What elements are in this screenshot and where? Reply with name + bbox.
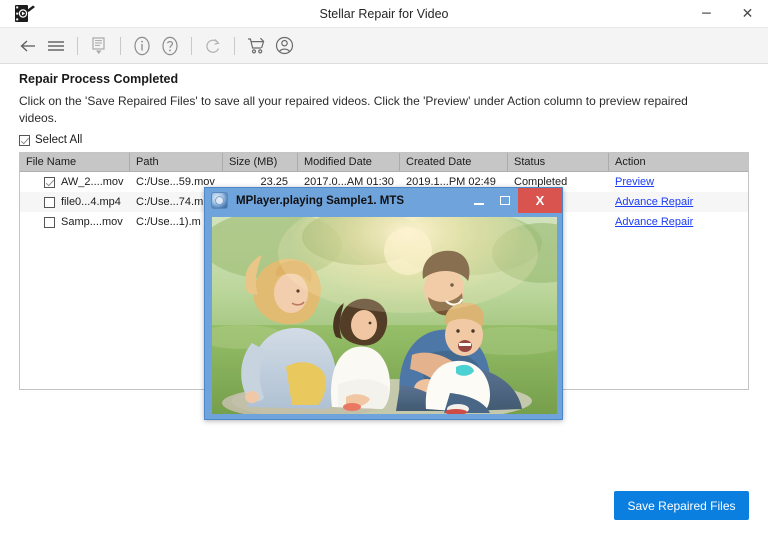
file-name-text: file0...4.mp4 (61, 192, 121, 212)
mplayer-window: MPlayer.playing Sample1. MTS X (204, 187, 563, 420)
cell-action: Preview (609, 172, 747, 192)
cart-icon[interactable] (242, 32, 270, 60)
refresh-icon[interactable] (199, 32, 227, 60)
save-repaired-files-button[interactable]: Save Repaired Files (614, 491, 749, 520)
mplayer-title-bar: MPlayer.playing Sample1. MTS X (205, 188, 562, 213)
preview-link[interactable]: Preview (615, 176, 654, 188)
row-checkbox[interactable] (44, 217, 55, 228)
title-bar: Stellar Repair for Video ─ ✕ (0, 0, 768, 28)
app-window: Stellar Repair for Video ─ ✕ (0, 0, 768, 533)
page-title: Repair Process Completed (19, 72, 178, 86)
window-title: Stellar Repair for Video (0, 0, 768, 28)
separator-4 (234, 37, 235, 55)
report-dropdown-icon[interactable] (85, 32, 113, 60)
advance-repair-link[interactable]: Advance Repair (615, 196, 693, 208)
close-button[interactable]: ✕ (727, 0, 768, 28)
user-account-icon[interactable] (270, 32, 298, 60)
minimize-button[interactable]: ─ (686, 0, 727, 28)
column-header-size[interactable]: Size (MB) (223, 153, 298, 171)
column-header-created-date[interactable]: Created Date (400, 153, 508, 171)
column-header-modified-date[interactable]: Modified Date (298, 153, 400, 171)
separator-3 (191, 37, 192, 55)
help-icon[interactable] (156, 32, 184, 60)
select-all-label: Select All (35, 134, 82, 146)
select-all-checkbox[interactable]: Select All (19, 134, 82, 146)
separator-2 (120, 37, 121, 55)
column-header-action[interactable]: Action (609, 153, 747, 171)
mplayer-maximize-button[interactable] (492, 188, 518, 213)
hamburger-menu-icon[interactable] (42, 32, 70, 60)
mplayer-close-button[interactable]: X (518, 188, 562, 213)
mplayer-minimize-button[interactable] (466, 188, 492, 213)
select-all-checkbox-box[interactable] (19, 135, 30, 146)
file-name-text: AW_2....mov (61, 172, 124, 192)
row-checkbox[interactable] (44, 197, 55, 208)
cell-file-name: file0...4.mp4 (20, 192, 130, 212)
separator-1 (77, 37, 78, 55)
file-name-text: Samp....mov (61, 212, 123, 232)
cell-action: Advance Repair (609, 192, 747, 212)
table-header-row: File Name Path Size (MB) Modified Date C… (20, 153, 748, 172)
cell-action: Advance Repair (609, 212, 747, 232)
advance-repair-link[interactable]: Advance Repair (615, 216, 693, 228)
row-checkbox[interactable] (44, 177, 55, 188)
cell-file-name: Samp....mov (20, 212, 130, 232)
column-header-file-name[interactable]: File Name (20, 153, 130, 171)
mplayer-globe-icon (211, 192, 228, 209)
mplayer-window-controls: X (466, 188, 562, 213)
toolbar (0, 28, 768, 64)
page-description: Click on the 'Save Repaired Files' to sa… (19, 93, 709, 127)
column-header-path[interactable]: Path (130, 153, 223, 171)
column-header-status[interactable]: Status (508, 153, 609, 171)
cell-file-name: AW_2....mov (20, 172, 130, 192)
mplayer-title: MPlayer.playing Sample1. MTS (236, 195, 404, 207)
mplayer-video-frame[interactable] (212, 217, 557, 414)
back-icon[interactable] (14, 32, 42, 60)
video-still-family-picnic (212, 217, 557, 414)
window-controls: ─ ✕ (686, 0, 768, 28)
info-icon[interactable] (128, 32, 156, 60)
